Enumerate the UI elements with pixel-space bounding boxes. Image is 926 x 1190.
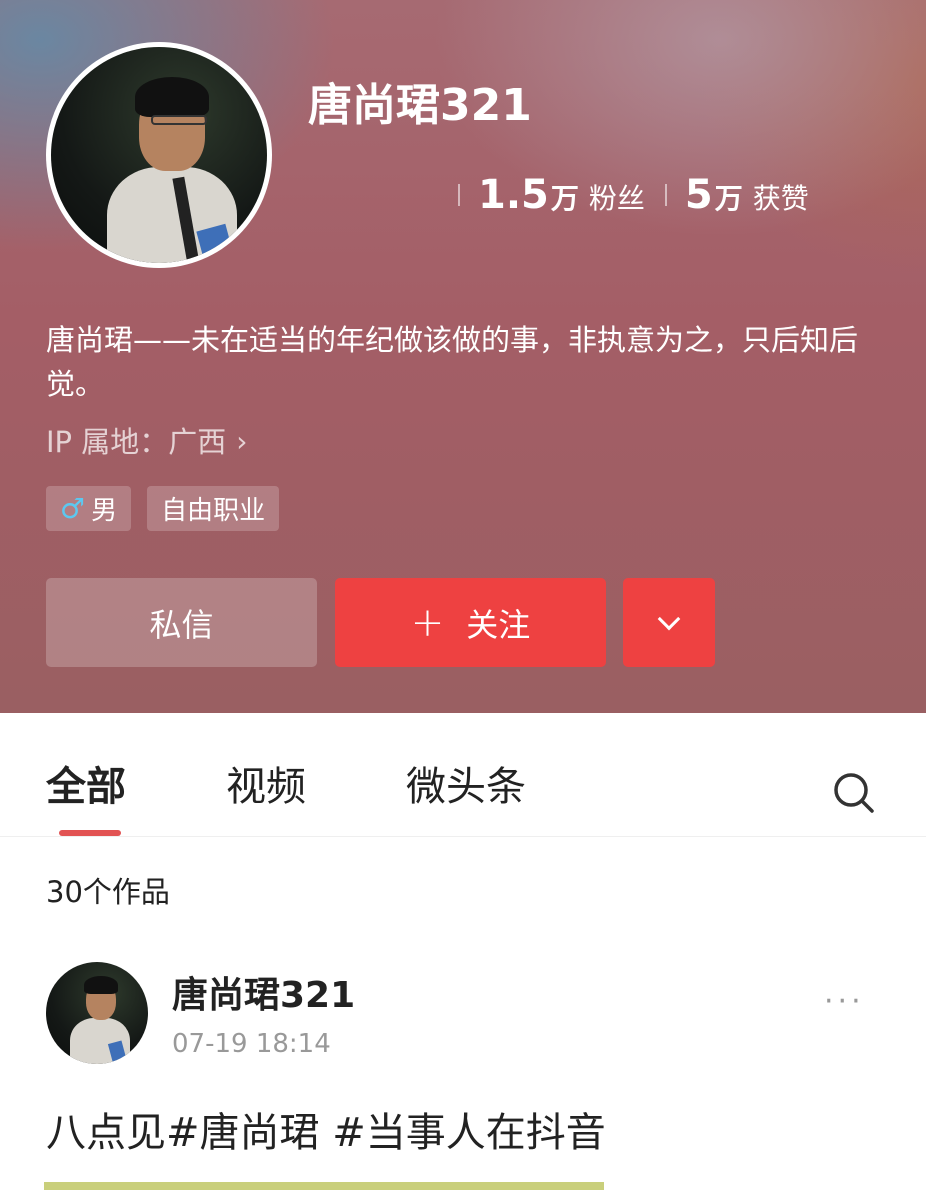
followers-label: 粉丝 (588, 182, 645, 215)
more-dots-icon[interactable]: ··· (824, 984, 865, 1019)
more-actions-button[interactable] (623, 578, 715, 667)
ip-location[interactable]: IP 属地：广西 › (46, 420, 247, 464)
tab-video[interactable]: 视频 (226, 761, 306, 813)
gender-tag-label: 男 (91, 496, 118, 526)
post-timestamp: 07-19 18:14 (172, 1029, 331, 1059)
content-tabs: 全部 视频 微头条 (0, 713, 926, 837)
profile-avatar[interactable] (46, 42, 272, 268)
profile-stats: 1.5 万 粉丝 5 万 获赞 (458, 170, 829, 220)
occupation-tag-label: 自由职业 (161, 496, 266, 526)
search-icon[interactable] (832, 771, 874, 813)
post-media-thumbnail[interactable] (44, 1182, 604, 1190)
works-count: 30个作品 (46, 875, 170, 909)
followers-unit: 万 (550, 182, 579, 215)
male-symbol-icon: ♂ (60, 492, 86, 525)
chevron-right-icon: › (236, 425, 248, 458)
gender-tag: ♂ 男 (46, 486, 132, 531)
active-tab-indicator (59, 830, 121, 836)
likes-count: 5 (684, 172, 713, 218)
message-button[interactable]: 私信 (46, 578, 317, 667)
occupation-tag: 自由职业 (147, 486, 280, 531)
avatar-photo (51, 47, 267, 263)
plus-icon: + (410, 599, 445, 646)
message-button-label: 私信 (149, 605, 214, 644)
stat-divider (664, 184, 667, 206)
likes-label: 获赞 (752, 182, 809, 215)
followers-stat[interactable]: 1.5 万 粉丝 (478, 172, 645, 218)
profile-tags: ♂ 男 自由职业 (46, 486, 295, 531)
followers-count: 1.5 (478, 172, 549, 218)
post-author-name[interactable]: 唐尚珺321 (172, 972, 355, 1020)
tab-all[interactable]: 全部 (46, 761, 126, 813)
follow-button-label: 关注 (466, 605, 531, 644)
post-text[interactable]: 八点见#唐尚珺 #当事人在抖音 (46, 1106, 606, 1160)
likes-stat[interactable]: 5 万 获赞 (685, 172, 809, 218)
post-author-avatar[interactable] (46, 962, 148, 1064)
likes-unit: 万 (714, 182, 743, 215)
stat-divider (458, 184, 460, 206)
tab-micro-posts[interactable]: 微头条 (406, 761, 526, 813)
ip-location-text: IP 属地：广西 (46, 425, 227, 459)
profile-header: 唐尚珺321 1.5 万 粉丝 5 万 获赞 唐尚珺——未在适当的年纪做该做的事… (0, 0, 926, 713)
profile-username: 唐尚珺321 (308, 80, 532, 131)
profile-bio: 唐尚珺——未在适当的年纪做该做的事，非执意为之，只后知后觉。 (46, 323, 859, 401)
follow-button[interactable]: + 关注 (335, 578, 606, 667)
chevron-down-icon (657, 607, 681, 630)
